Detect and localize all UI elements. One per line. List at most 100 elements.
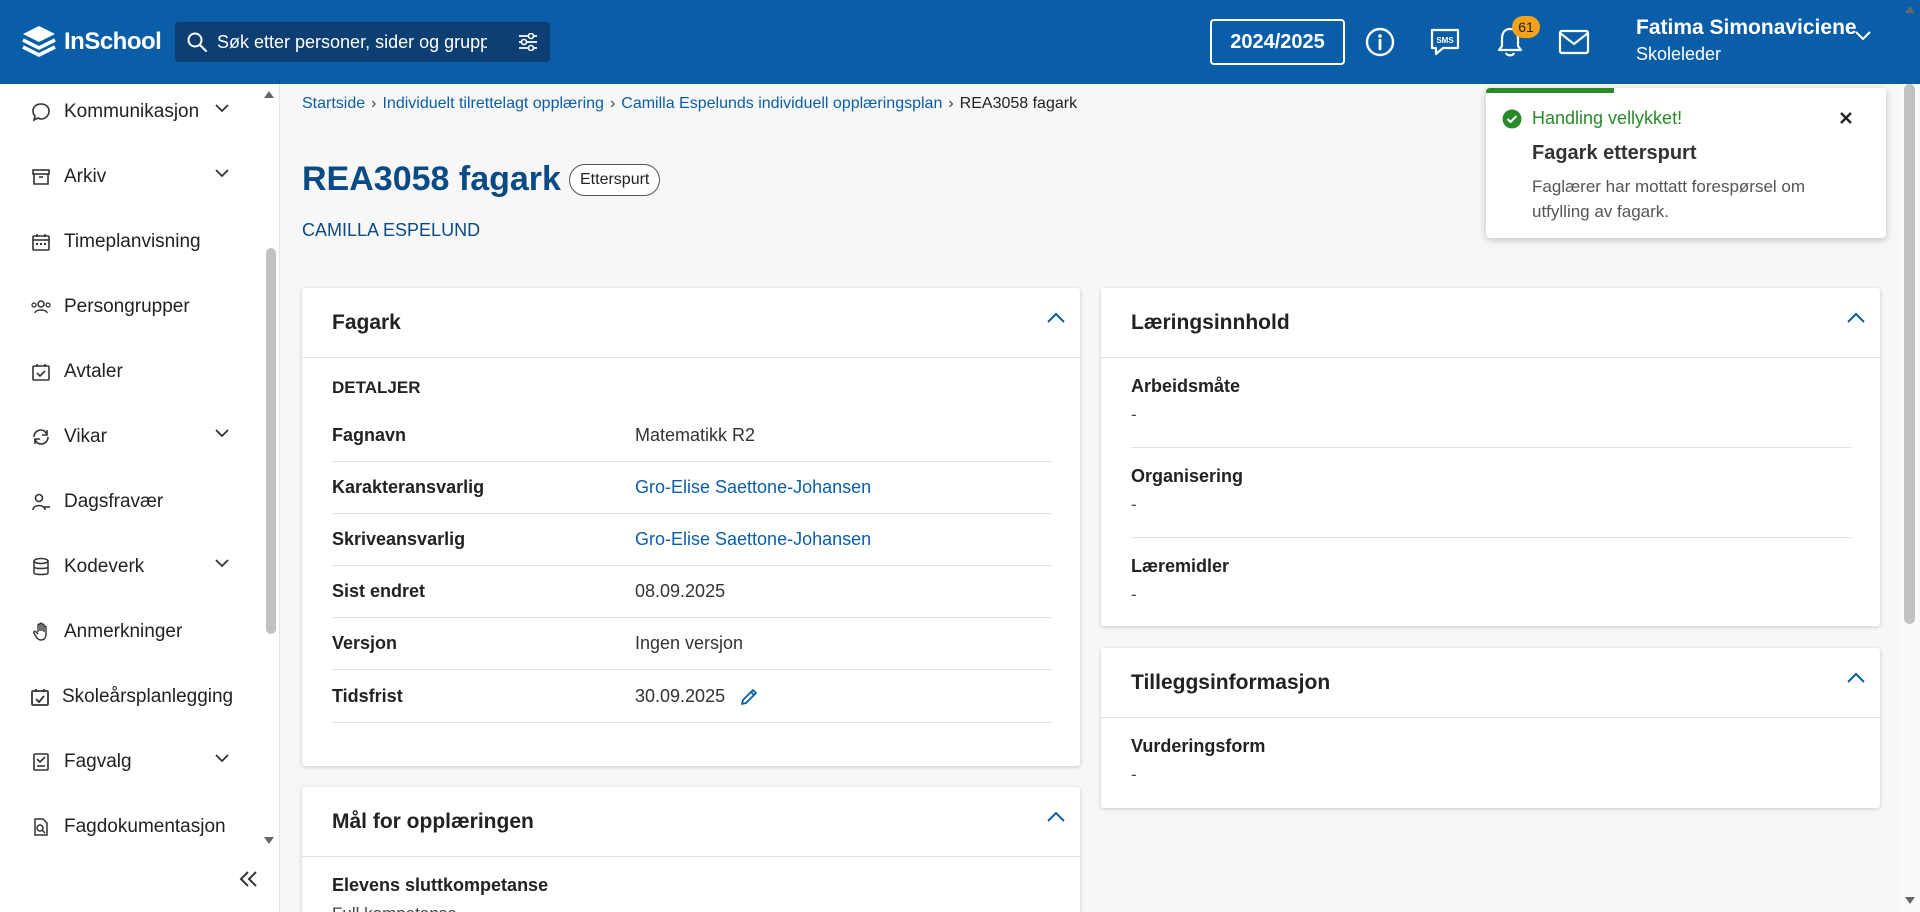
- info-block: Vurderingsform -: [1131, 736, 1851, 785]
- database-icon: [30, 556, 52, 578]
- sidebar-item-label: Kommunikasjon: [64, 101, 200, 122]
- info-button[interactable]: [1362, 24, 1398, 60]
- info-label: Organisering: [1131, 466, 1244, 486]
- tilleggsinformasjon-card: Tilleggsinformasjon Vurderingsform -: [1101, 648, 1880, 808]
- card-title: Læringsinnhold: [1131, 310, 1290, 334]
- sidebar-item-anmerkninger[interactable]: Anmerkninger: [30, 614, 230, 650]
- section-label: DETALJER: [332, 378, 421, 397]
- student-name: CAMILLA ESPELUND: [302, 220, 481, 240]
- user-menu[interactable]: Fatima Simonaviciene Skoleleder: [1636, 16, 1857, 65]
- sidebar-item-skolearsplanlegging[interactable]: Skoleårsplanlegging: [30, 679, 233, 715]
- person-link[interactable]: Gro-Elise Saettone-Johansen: [635, 477, 871, 498]
- sidebar-item-timeplanvisning[interactable]: Timeplanvisning: [30, 224, 230, 260]
- breadcrumb-link[interactable]: Individuelt tilrettelagt opplæring: [382, 95, 603, 113]
- close-icon: [1840, 112, 1852, 124]
- edit-icon[interactable]: [739, 687, 759, 707]
- sms-button[interactable]: SMS: [1427, 24, 1463, 60]
- info-block: Organisering -: [1131, 466, 1851, 515]
- fagark-card-header[interactable]: Fagark: [302, 288, 1080, 358]
- chevron-up-icon[interactable]: [1046, 811, 1066, 823]
- chevron-down-icon: [215, 169, 229, 178]
- check-circle-icon: [1502, 109, 1522, 128]
- detail-label: Skriveansvarlig: [332, 529, 466, 549]
- detail-row: Tidsfrist 30.09.2025: [332, 671, 1052, 723]
- breadcrumb-link[interactable]: Startside: [302, 95, 365, 113]
- svg-text:SMS: SMS: [1436, 36, 1454, 45]
- sidebar-item-label: Persongrupper: [64, 296, 190, 317]
- maal-card: Mål for opplæringen Elevens sluttkompeta…: [302, 787, 1080, 912]
- detail-label: Karakteransvarlig: [332, 477, 485, 497]
- fagark-card: Fagark DETALJER Fagnavn Matematikk R2 Ka…: [302, 288, 1080, 766]
- scroll-down-icon[interactable]: [1904, 896, 1916, 906]
- sidebar-item-label: Fagdokumentasjon: [64, 816, 226, 837]
- maal-card-header[interactable]: Mål for opplæringen: [302, 787, 1080, 857]
- page-title: REA3058 fagark: [302, 160, 561, 198]
- chevron-down-icon[interactable]: [1854, 30, 1872, 42]
- app-logo[interactable]: InSchool: [20, 23, 162, 61]
- info-value: -: [1131, 765, 1137, 784]
- detail-row: Versjon Ingen versjon: [332, 618, 1052, 670]
- person-link[interactable]: Gro-Elise Saettone-Johansen: [635, 529, 871, 550]
- sidebar-item-dagsfravaer[interactable]: Dagsfravær: [30, 484, 230, 520]
- info-block: Læremidler -: [1131, 556, 1851, 605]
- logo-text: InSchool: [64, 28, 162, 55]
- calendar-plan-icon: [30, 686, 50, 708]
- sidebar-item-label: Dagsfravær: [64, 491, 164, 512]
- sidebar-item-vikar[interactable]: Vikar: [30, 419, 230, 455]
- breadcrumb-link[interactable]: Camilla Espelunds individuell opplærings…: [621, 95, 942, 113]
- chevron-up-icon[interactable]: [1046, 312, 1066, 324]
- sidebar-scrollbar-thumb[interactable]: [266, 248, 276, 634]
- chat-icon: [30, 101, 52, 123]
- user-name: Fatima Simonaviciene: [1636, 16, 1857, 39]
- sidebar-item-kodeverk[interactable]: Kodeverk: [30, 549, 230, 585]
- breadcrumb-current: REA3058 fagark: [959, 95, 1078, 112]
- sidebar-item-label: Anmerkninger: [64, 621, 183, 642]
- detail-row: Skriveansvarlig Gro-Elise Saettone-Johan…: [332, 514, 1052, 566]
- sidebar-item-label: Kodeverk: [64, 556, 145, 577]
- chevron-down-icon: [215, 429, 229, 438]
- tilleggsinformasjon-card-header[interactable]: Tilleggsinformasjon: [1101, 648, 1880, 718]
- detail-row: Karakteransvarlig Gro-Elise Saettone-Joh…: [332, 462, 1052, 514]
- chevron-up-icon[interactable]: [1846, 672, 1866, 684]
- toast-status: Handling vellykket!: [1532, 108, 1683, 128]
- sidebar-item-kommunikasjon[interactable]: Kommunikasjon: [30, 94, 230, 130]
- info-label: Arbeidsmåte: [1131, 376, 1241, 396]
- logo-icon: [22, 26, 56, 57]
- toast-progress-bar: [1486, 88, 1614, 93]
- detail-label: Fagnavn: [332, 425, 407, 445]
- laeringsinnhold-card-header[interactable]: Læringsinnhold: [1101, 288, 1880, 358]
- info-block: Arbeidsmåte -: [1131, 376, 1851, 425]
- sidebar-item-fagdokumentasjon[interactable]: Fagdokumentasjon: [30, 809, 230, 845]
- sidebar-item-arkiv[interactable]: Arkiv: [30, 159, 230, 195]
- page-scrollbar-thumb[interactable]: [1904, 84, 1915, 624]
- detail-value: 08.09.2025: [635, 581, 726, 601]
- scroll-up-icon[interactable]: [263, 89, 275, 99]
- sms-icon: SMS: [1430, 28, 1460, 56]
- detail-row: Fagnavn Matematikk R2: [332, 410, 1052, 462]
- document-search-icon: [30, 816, 52, 838]
- global-search[interactable]: [175, 22, 550, 62]
- calendar-icon: [30, 231, 52, 253]
- close-toast-button[interactable]: [1834, 106, 1858, 130]
- detail-label: Versjon: [332, 633, 398, 653]
- chevron-up-icon[interactable]: [1846, 312, 1866, 324]
- sidebar-item-avtaler[interactable]: Avtaler: [30, 354, 230, 390]
- success-toast: Handling vellykket! Fagark etterspurt Fa…: [1486, 88, 1886, 238]
- collapse-sidebar-icon[interactable]: [238, 870, 260, 888]
- sidebar-item-label: Fagvalg: [64, 751, 132, 772]
- sidebar: Kommunikasjon Arkiv Timeplanvisning Pers…: [0, 84, 280, 912]
- school-year-button[interactable]: 2024/2025: [1210, 19, 1345, 65]
- sidebar-item-fagvalg[interactable]: Fagvalg: [30, 744, 230, 780]
- messages-button[interactable]: [1556, 24, 1592, 60]
- laeringsinnhold-card: Læringsinnhold Arbeidsmåte - Organiserin…: [1101, 288, 1880, 626]
- sidebar-item-persongrupper[interactable]: Persongrupper: [30, 289, 230, 325]
- info-value: Full kompetanse: [332, 904, 1052, 912]
- breadcrumb: Startside › Individuelt tilrettelagt opp…: [302, 95, 1077, 113]
- filter-icon[interactable]: [518, 33, 538, 51]
- scroll-up-icon[interactable]: [1904, 4, 1916, 14]
- scroll-down-icon[interactable]: [263, 836, 275, 846]
- search-input[interactable]: [217, 31, 487, 53]
- checklist-icon: [30, 751, 52, 773]
- divider: [1131, 537, 1851, 538]
- info-icon: [1365, 27, 1395, 57]
